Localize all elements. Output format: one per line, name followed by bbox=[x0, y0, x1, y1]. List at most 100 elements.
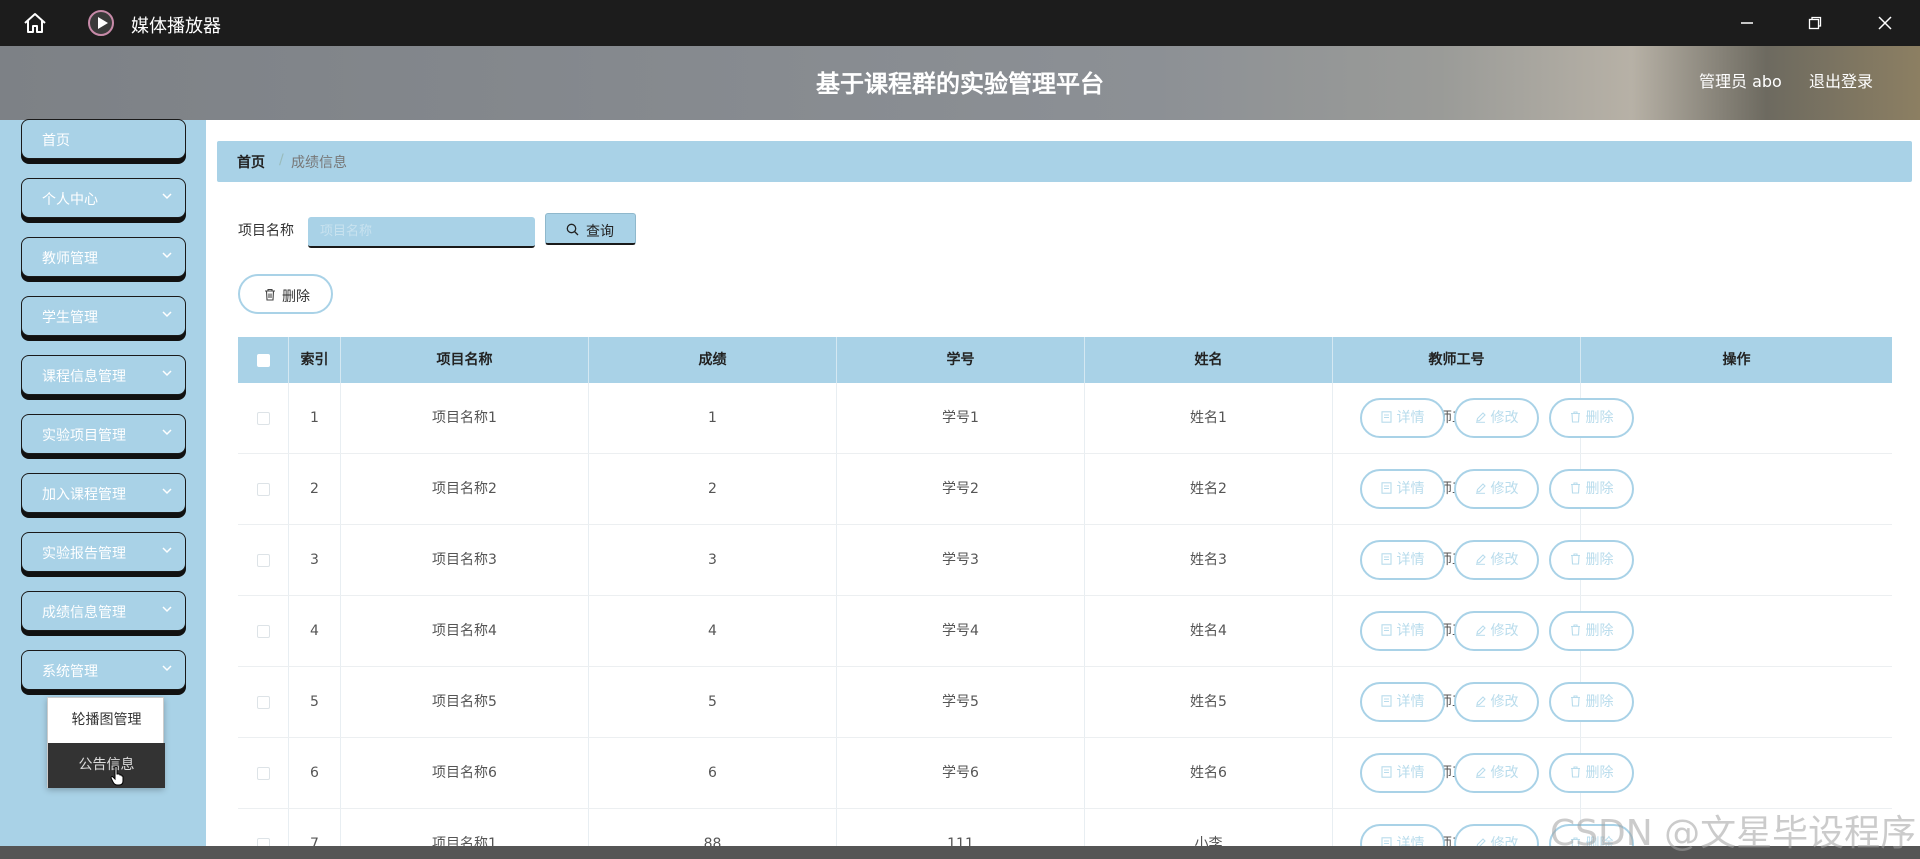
delete-button[interactable]: 删除 bbox=[1549, 398, 1634, 438]
table-cell-score: 5 bbox=[589, 667, 837, 737]
media-player-icon bbox=[88, 10, 114, 36]
batch-delete-label: 删除 bbox=[282, 289, 310, 305]
window-titlebar: 媒体播放器 bbox=[0, 0, 1920, 46]
minimize-button[interactable] bbox=[1732, 8, 1762, 38]
delete-button[interactable]: 删除 bbox=[1549, 469, 1634, 509]
sidebar-item-home[interactable]: 首页 bbox=[21, 119, 186, 159]
table-cell-name: 姓名2 bbox=[1085, 454, 1333, 524]
breadcrumb-separator: / bbox=[279, 152, 284, 168]
table-cell-score: 3 bbox=[589, 525, 837, 595]
search-input[interactable] bbox=[308, 217, 535, 248]
detail-button[interactable]: 详情 bbox=[1360, 469, 1445, 509]
edit-button[interactable]: 修改 bbox=[1454, 540, 1539, 580]
row-checkbox[interactable] bbox=[256, 482, 270, 496]
edit-button-label: 修改 bbox=[1490, 623, 1519, 639]
delete-button-label: 删除 bbox=[1585, 623, 1614, 639]
sidebar-item-join-course[interactable]: 加入课程管理 bbox=[21, 473, 186, 513]
edit-button[interactable]: 修改 bbox=[1454, 611, 1539, 651]
logout-link[interactable]: 退出登录 bbox=[1809, 68, 1873, 92]
edit-button[interactable]: 修改 bbox=[1454, 398, 1539, 438]
search-button[interactable]: 查询 bbox=[545, 213, 636, 245]
table-cell-name: 姓名1 bbox=[1085, 383, 1333, 453]
sidebar-item-experiment-project[interactable]: 实验项目管理 bbox=[21, 414, 186, 454]
submenu-item-carousel[interactable]: 轮播图管理 bbox=[48, 698, 165, 743]
table-cell-name: 姓名6 bbox=[1085, 738, 1333, 808]
sidebar-item-grade-info[interactable]: 成绩信息管理 bbox=[21, 591, 186, 631]
home-icon[interactable] bbox=[22, 11, 48, 35]
detail-button[interactable]: 详情 bbox=[1360, 398, 1445, 438]
edit-button-label: 修改 bbox=[1490, 765, 1519, 781]
sidebar-item-label: 学生管理 bbox=[42, 310, 98, 326]
row-checkbox[interactable] bbox=[256, 624, 270, 638]
delete-button[interactable]: 删除 bbox=[1549, 753, 1634, 793]
detail-button-label: 详情 bbox=[1396, 552, 1425, 568]
trash-icon bbox=[265, 288, 275, 301]
table-cell-index: 6 bbox=[289, 738, 341, 808]
table-cell-index: 3 bbox=[289, 525, 341, 595]
column-header: 姓名 bbox=[1085, 337, 1333, 383]
delete-button-label: 删除 bbox=[1585, 552, 1614, 568]
delete-button[interactable]: 删除 bbox=[1549, 611, 1634, 651]
chevron-down-icon bbox=[162, 311, 172, 318]
pencil-icon bbox=[1475, 756, 1486, 778]
submenu-item-announcement[interactable]: 公告信息 bbox=[48, 743, 165, 788]
column-header: 操作 bbox=[1722, 352, 1751, 368]
detail-button[interactable]: 详情 bbox=[1360, 611, 1445, 651]
edit-button[interactable]: 修改 bbox=[1454, 753, 1539, 793]
delete-button[interactable]: 删除 bbox=[1549, 682, 1634, 722]
sidebar-item-label: 实验报告管理 bbox=[42, 546, 126, 562]
delete-button-label: 删除 bbox=[1585, 481, 1614, 497]
column-header: 项目名称 bbox=[341, 337, 589, 383]
edit-button[interactable]: 修改 bbox=[1454, 469, 1539, 509]
table-cell-index: 1 bbox=[289, 383, 341, 453]
sidebar-item-experiment-report[interactable]: 实验报告管理 bbox=[21, 532, 186, 572]
row-select-cell bbox=[238, 383, 289, 453]
close-button[interactable] bbox=[1870, 8, 1900, 38]
chevron-down-icon bbox=[162, 429, 172, 436]
sidebar-item-student-management[interactable]: 学生管理 bbox=[21, 296, 186, 336]
breadcrumb-home[interactable]: 首页 bbox=[237, 152, 265, 172]
pencil-icon bbox=[1475, 543, 1486, 565]
chevron-down-icon bbox=[162, 606, 172, 613]
table-cell-score: 2 bbox=[589, 454, 837, 524]
sidebar-item-course-info[interactable]: 课程信息管理 bbox=[21, 355, 186, 395]
delete-button-label: 删除 bbox=[1585, 694, 1614, 710]
detail-button[interactable]: 详情 bbox=[1360, 682, 1445, 722]
app-header: 基于课程群的实验管理平台 管理员 abo 退出登录 bbox=[0, 46, 1920, 120]
edit-button[interactable]: 修改 bbox=[1454, 682, 1539, 722]
document-icon bbox=[1380, 827, 1392, 849]
table-row: 6项目名称66学号6姓名6教师工号6详情修改删除 bbox=[238, 738, 1892, 809]
table-cell-name: 姓名3 bbox=[1085, 525, 1333, 595]
row-checkbox[interactable] bbox=[256, 411, 270, 425]
document-icon bbox=[1380, 472, 1392, 494]
chevron-down-icon bbox=[162, 488, 172, 495]
breadcrumb: 首页 / 成绩信息 bbox=[217, 141, 1912, 182]
sidebar-item-teacher-management[interactable]: 教师管理 bbox=[21, 237, 186, 277]
header-select-all-cell bbox=[238, 337, 289, 383]
row-checkbox[interactable] bbox=[256, 766, 270, 780]
detail-button[interactable]: 详情 bbox=[1360, 753, 1445, 793]
detail-button[interactable]: 详情 bbox=[1360, 540, 1445, 580]
chevron-down-icon bbox=[162, 665, 172, 672]
search-button-label: 查询 bbox=[586, 224, 614, 240]
edit-button-label: 修改 bbox=[1490, 694, 1519, 710]
sidebar-item-personal-center[interactable]: 个人中心 bbox=[21, 178, 186, 218]
sidebar-item-label: 首页 bbox=[42, 133, 70, 149]
row-checkbox[interactable] bbox=[256, 695, 270, 709]
trash-icon bbox=[1570, 614, 1581, 636]
table-row: 2项目名称22学号2姓名2教师工号2详情修改删除 bbox=[238, 454, 1892, 525]
detail-button-label: 详情 bbox=[1396, 410, 1425, 426]
sidebar-item-label: 个人中心 bbox=[42, 192, 98, 208]
chevron-down-icon bbox=[162, 547, 172, 554]
edit-button-label: 修改 bbox=[1490, 481, 1519, 497]
table-cell-student-id: 学号6 bbox=[837, 738, 1085, 808]
sidebar-item-system-management[interactable]: 系统管理 bbox=[21, 650, 186, 690]
select-all-checkbox[interactable] bbox=[256, 353, 270, 367]
table-cell-score: 1 bbox=[589, 383, 837, 453]
table-row: 3项目名称33学号3姓名3教师工号3详情修改删除 bbox=[238, 525, 1892, 596]
batch-delete-button[interactable]: 删除 bbox=[238, 274, 333, 314]
table-cell-student-id: 学号5 bbox=[837, 667, 1085, 737]
row-checkbox[interactable] bbox=[256, 553, 270, 567]
restore-button[interactable] bbox=[1800, 8, 1830, 38]
delete-button[interactable]: 删除 bbox=[1549, 540, 1634, 580]
